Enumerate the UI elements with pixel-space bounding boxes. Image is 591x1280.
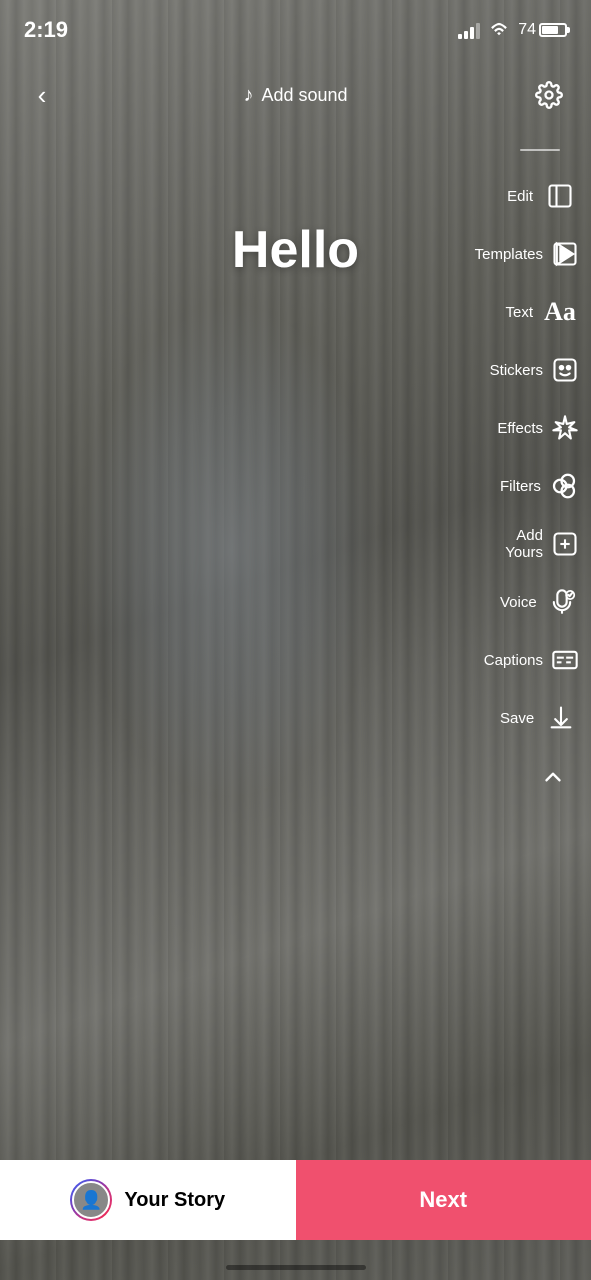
tool-text[interactable]: Text Aa	[496, 283, 583, 341]
your-story-button[interactable]: 👤 Your Story	[0, 1160, 296, 1240]
home-indicator	[226, 1265, 366, 1270]
battery-icon	[539, 23, 567, 37]
status-time: 2:19	[24, 17, 68, 43]
right-toolbar: Edit Templates Text Aa Stickers	[496, 145, 591, 799]
tool-edit[interactable]: Edit	[496, 167, 583, 225]
tool-stickers-label: Stickers	[490, 362, 543, 379]
collapse-button[interactable]	[531, 755, 575, 799]
battery-indicator: 74	[518, 21, 567, 39]
tool-templates-label: Templates	[475, 246, 543, 263]
status-bar: 2:19 74	[0, 0, 591, 60]
save-icon	[542, 699, 579, 737]
toolbar-divider	[520, 149, 560, 151]
back-icon: ‹	[38, 80, 47, 111]
voice-icon	[545, 583, 579, 621]
tool-add-yours-label: Add Yours	[500, 527, 543, 561]
tool-save-label: Save	[500, 710, 534, 727]
status-icons: 74	[458, 21, 567, 39]
filters-icon	[549, 467, 579, 505]
gear-icon	[535, 81, 563, 109]
add-sound-label: Add sound	[261, 85, 347, 106]
tool-stickers[interactable]: Stickers	[496, 341, 583, 399]
templates-icon	[551, 235, 579, 273]
tool-voice-label: Voice	[500, 594, 537, 611]
text-icon: Aa	[541, 293, 579, 331]
tool-effects-label: Effects	[497, 420, 543, 437]
effects-icon	[551, 409, 579, 447]
tool-effects[interactable]: Effects	[496, 399, 583, 457]
bottom-bar: 👤 Your Story Next	[0, 1160, 591, 1240]
tool-save[interactable]: Save	[496, 689, 583, 747]
music-note-icon: ♪	[243, 84, 253, 107]
settings-button[interactable]	[527, 73, 571, 117]
avatar-image: 👤	[72, 1181, 110, 1219]
story-avatar: 👤	[70, 1179, 112, 1221]
tool-filters[interactable]: Filters	[496, 457, 583, 515]
tool-templates[interactable]: Templates	[496, 225, 583, 283]
chevron-up-icon	[540, 764, 566, 790]
tool-add-yours[interactable]: Add Yours	[496, 515, 583, 573]
header: ‹ ♪ Add sound	[0, 60, 591, 130]
tool-edit-label: Edit	[507, 188, 533, 205]
battery-text: 74	[518, 21, 536, 39]
add-yours-icon	[551, 525, 579, 563]
tool-voice[interactable]: Voice	[496, 573, 583, 631]
tool-filters-label: Filters	[500, 478, 541, 495]
back-button[interactable]: ‹	[20, 73, 64, 117]
next-label: Next	[419, 1187, 467, 1213]
tool-captions[interactable]: Captions	[496, 631, 583, 689]
your-story-label: Your Story	[124, 1189, 225, 1212]
add-sound-button[interactable]: ♪ Add sound	[243, 84, 347, 107]
tool-text-label: Text	[505, 304, 533, 321]
next-button[interactable]: Next	[296, 1160, 591, 1240]
canvas-hello-text: Hello	[232, 220, 359, 280]
captions-icon	[551, 641, 579, 679]
signal-icon	[458, 21, 480, 39]
wifi-icon	[488, 21, 510, 39]
edit-icon	[541, 177, 579, 215]
tool-captions-label: Captions	[484, 652, 543, 669]
stickers-icon	[551, 351, 579, 389]
